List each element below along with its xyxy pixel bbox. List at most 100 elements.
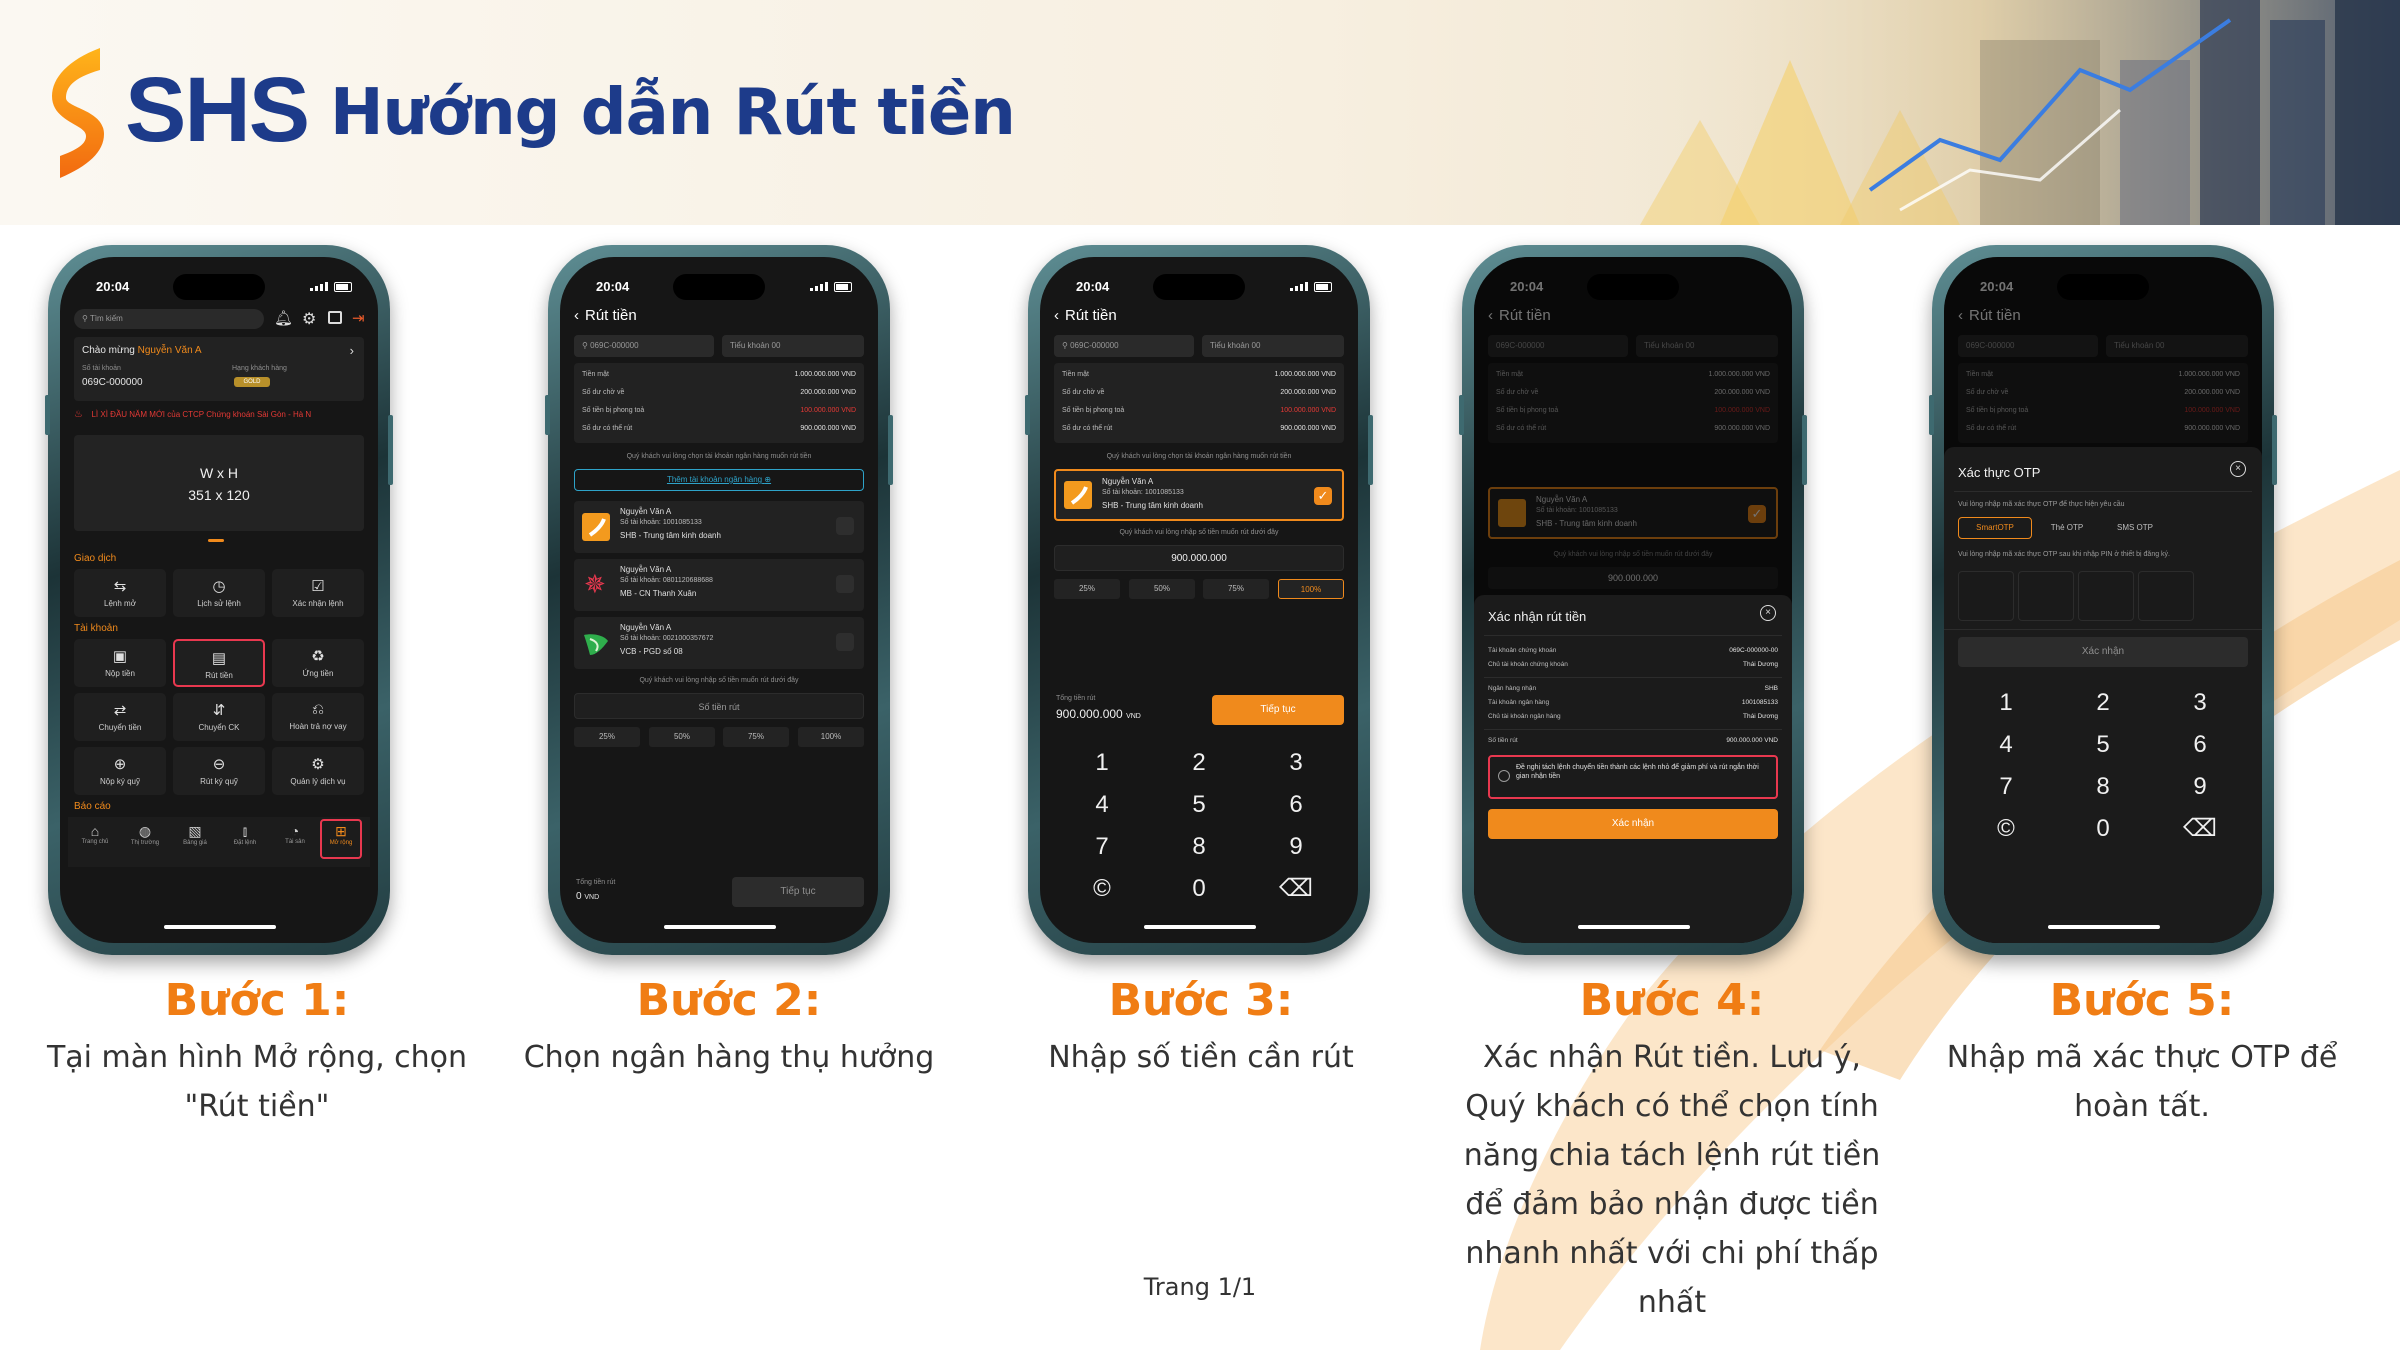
- confirm-button[interactable]: Xác nhận: [1488, 809, 1778, 839]
- continue-button[interactable]: Tiếp tục: [1212, 695, 1344, 725]
- tab-bar: ⌂ Trang chủ ◍ Thị trường ▧ Bảng giá ⫾ Đặt lệ…: [68, 817, 370, 867]
- radio-button[interactable]: [1498, 770, 1510, 782]
- back-icon[interactable]: ‹: [1054, 307, 1059, 324]
- select-checkbox[interactable]: [836, 575, 854, 593]
- bank-item-shb[interactable]: Nguyễn Văn A Số tài khoản: 1001085133 SH…: [574, 501, 864, 553]
- key-3[interactable]: 3: [1248, 743, 1344, 783]
- back-icon[interactable]: ‹: [574, 307, 579, 324]
- account-select[interactable]: ⚲ 069C-000000: [574, 335, 714, 357]
- plus-circle-icon: ⊕: [764, 475, 772, 484]
- add-bank-button[interactable]: Thêm tài khoản ngân hàng ⊕: [574, 469, 864, 491]
- key-0[interactable]: 0: [1151, 869, 1247, 909]
- confirm-row: Tài khoản chứng khoán 069C-000000-00: [1488, 647, 1778, 654]
- percent-75-button[interactable]: 75%: [723, 727, 789, 747]
- key-6[interactable]: 6: [2152, 725, 2248, 765]
- tile-service-manage[interactable]: ⚙ Quản lý dịch vụ: [272, 747, 364, 795]
- percent-25-button[interactable]: 25%: [1054, 579, 1120, 599]
- withdraw-icon: ▤: [211, 650, 227, 667]
- tile-margin-deposit[interactable]: ⊕ Nộp ký quỹ: [74, 747, 166, 795]
- bank-item-vcb[interactable]: Nguyễn Văn A Số tài khoản: 0021000357672…: [574, 617, 864, 669]
- home-indicator: [1144, 925, 1256, 929]
- total-label: Tổng tiền rút: [576, 879, 616, 886]
- otp-box-3[interactable]: [2078, 571, 2134, 621]
- tab-market[interactable]: ◍ Thị trường: [122, 823, 168, 846]
- logout-icon[interactable]: ⇥: [352, 309, 365, 327]
- tile-margin-withdraw[interactable]: ⊖ Rút ký quỹ: [173, 747, 265, 795]
- close-icon[interactable]: ×: [2230, 461, 2246, 477]
- tab-home[interactable]: ⌂ Trang chủ: [72, 823, 118, 845]
- shs-logo-icon: [52, 48, 104, 178]
- key-0[interactable]: 0: [2055, 809, 2151, 849]
- key-6[interactable]: 6: [1248, 785, 1344, 825]
- continue-button-disabled[interactable]: Tiếp tục: [732, 877, 864, 907]
- key-7[interactable]: 7: [1958, 767, 2054, 807]
- promo-banner[interactable]: W x H 351 x 120: [74, 435, 364, 531]
- home-indicator: [164, 925, 276, 929]
- search-input[interactable]: ⚲ Tìm kiếm: [74, 309, 264, 329]
- key-1[interactable]: 1: [1958, 683, 2054, 723]
- otp-box-1[interactable]: [1958, 571, 2014, 621]
- account-select[interactable]: ⚲ 069C-000000: [1054, 335, 1194, 357]
- key-3[interactable]: 3: [2152, 683, 2248, 723]
- amount-input[interactable]: 900.000.000: [1054, 545, 1344, 571]
- checkmark-icon[interactable]: ✓: [1314, 487, 1332, 505]
- tile-confirm-orders[interactable]: ☑ Xác nhận lệnh: [272, 569, 364, 617]
- close-icon[interactable]: ×: [1760, 605, 1776, 621]
- key-clear-icon[interactable]: ©: [1054, 869, 1150, 909]
- percent-75-button[interactable]: 75%: [1203, 579, 1269, 599]
- percent-100-button[interactable]: 100%: [798, 727, 864, 747]
- sub-account-select[interactable]: Tiểu khoản 00: [722, 335, 864, 357]
- tab-expand[interactable]: ⊞ Mở rộng: [320, 819, 362, 859]
- bank-item-mb[interactable]: ✵ Nguyễn Văn A Số tài khoản: 08011206886…: [574, 559, 864, 611]
- otp-tab-sms[interactable]: SMS OTP: [2102, 517, 2168, 539]
- tab-place-order[interactable]: ⫾ Đặt lệnh: [222, 823, 268, 846]
- key-9[interactable]: 9: [1248, 827, 1344, 867]
- backspace-icon[interactable]: ⌫: [1248, 869, 1344, 909]
- tile-advance[interactable]: ♻ Ứng tiền: [272, 639, 364, 687]
- lock-icon[interactable]: [328, 311, 342, 324]
- sub-account-select[interactable]: Tiểu khoản 00: [1202, 335, 1344, 357]
- otp-tab-card[interactable]: Thẻ OTP: [2038, 517, 2096, 539]
- key-2[interactable]: 2: [2055, 683, 2151, 723]
- ticker-bar[interactable]: ♨ LÌ XÌ ĐẦU NĂM MỚI của CTCP Chứng khoán…: [74, 409, 378, 425]
- otp-box-4[interactable]: [2138, 571, 2194, 621]
- key-8[interactable]: 8: [2055, 767, 2151, 807]
- percent-100-button[interactable]: 100%: [1278, 579, 1344, 599]
- otp-box-2[interactable]: [2018, 571, 2074, 621]
- tile-open-orders[interactable]: ⇆ Lệnh mở: [74, 569, 166, 617]
- tile-transfer-cash[interactable]: ⇄ Chuyển tiền: [74, 693, 166, 741]
- tile-order-history[interactable]: ◷ Lịch sử lệnh: [173, 569, 265, 617]
- backspace-icon[interactable]: ⌫: [2152, 809, 2248, 849]
- key-2[interactable]: 2: [1151, 743, 1247, 783]
- key-clear-icon[interactable]: ©: [1958, 809, 2054, 849]
- key-5[interactable]: 5: [1151, 785, 1247, 825]
- percent-50-button[interactable]: 50%: [1129, 579, 1195, 599]
- welcome-card[interactable]: Chào mừng Nguyễn Văn A › Số tài khoản 06…: [74, 337, 364, 401]
- amount-input[interactable]: Số tiền rút: [574, 693, 864, 719]
- split-order-option[interactable]: Đề nghị tách lệnh chuyển tiền thành các …: [1488, 755, 1778, 799]
- percent-50-button[interactable]: 50%: [649, 727, 715, 747]
- total-value: 900.000.000 VND: [1056, 707, 1141, 721]
- mb-logo-icon: ✵: [584, 569, 606, 599]
- select-checkbox[interactable]: [836, 633, 854, 651]
- tile-withdraw[interactable]: ▤ Rút tiền: [173, 639, 265, 687]
- select-checkbox[interactable]: [836, 517, 854, 535]
- tab-assets[interactable]: ◔ Tài sản: [272, 823, 318, 845]
- percent-25-button[interactable]: 25%: [574, 727, 640, 747]
- tile-repay-loan[interactable]: ⎌ Hoàn trả nợ vay: [272, 693, 364, 741]
- key-7[interactable]: 7: [1054, 827, 1150, 867]
- tile-transfer-stock[interactable]: ⇵ Chuyển CK: [173, 693, 265, 741]
- key-9[interactable]: 9: [2152, 767, 2248, 807]
- key-1[interactable]: 1: [1054, 743, 1150, 783]
- tile-deposit[interactable]: ▣ Nộp tiền: [74, 639, 166, 687]
- tab-price-board[interactable]: ▧ Bảng giá: [172, 823, 218, 846]
- otp-tab-smart[interactable]: SmartOTP: [1958, 517, 2032, 539]
- bank-item-shb-selected[interactable]: Nguyễn Văn A Số tài khoản: 1001085133 SH…: [1054, 469, 1344, 521]
- otp-confirm-button[interactable]: Xác nhận: [1958, 637, 2248, 667]
- bell-icon[interactable]: 🔔︎: [274, 309, 293, 327]
- gear-icon[interactable]: ⚙: [302, 309, 316, 329]
- key-4[interactable]: 4: [1054, 785, 1150, 825]
- key-4[interactable]: 4: [1958, 725, 2054, 765]
- key-8[interactable]: 8: [1151, 827, 1247, 867]
- key-5[interactable]: 5: [2055, 725, 2151, 765]
